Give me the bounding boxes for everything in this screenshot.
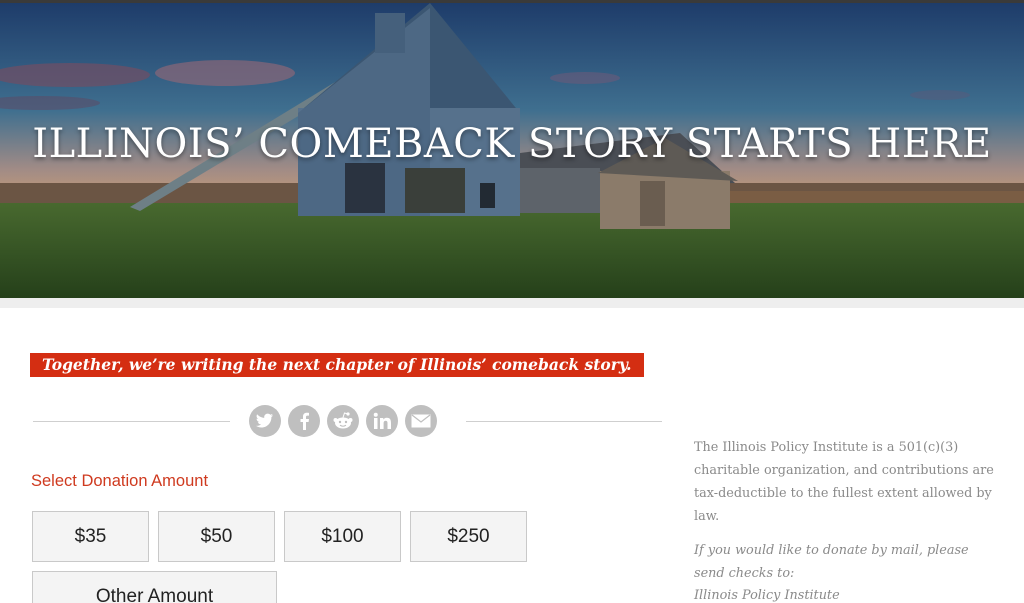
divider-left	[33, 421, 230, 422]
amount-button-50[interactable]: $50	[158, 511, 275, 562]
email-icon[interactable]	[405, 405, 437, 437]
twitter-icon[interactable]	[249, 405, 281, 437]
donation-amount-label: Select Donation Amount	[31, 472, 209, 490]
amount-button-250[interactable]: $250	[410, 511, 527, 562]
social-share-bar	[249, 405, 437, 437]
mail-recipient-name: Illinois Policy Institute	[694, 588, 840, 603]
reddit-icon[interactable]	[327, 405, 359, 437]
mail-donation-info: If you would like to donate by mail, ple…	[694, 543, 969, 581]
facebook-icon[interactable]	[288, 405, 320, 437]
amount-button-35[interactable]: $35	[32, 511, 149, 562]
other-amount-button[interactable]: Other Amount	[32, 571, 277, 603]
tax-deductible-info: The Illinois Policy Institute is a 501(c…	[694, 440, 994, 524]
amount-button-100[interactable]: $100	[284, 511, 401, 562]
hero-banner: ILLINOIS’ COMEBACK STORY STARTS HERE	[0, 3, 1024, 298]
hero-title: ILLINOIS’ COMEBACK STORY STARTS HERE	[32, 121, 992, 167]
tagline-banner: Together, we’re writing the next chapter…	[30, 353, 644, 377]
divider-right	[466, 421, 662, 422]
linkedin-icon[interactable]	[366, 405, 398, 437]
section-divider	[0, 298, 1024, 308]
